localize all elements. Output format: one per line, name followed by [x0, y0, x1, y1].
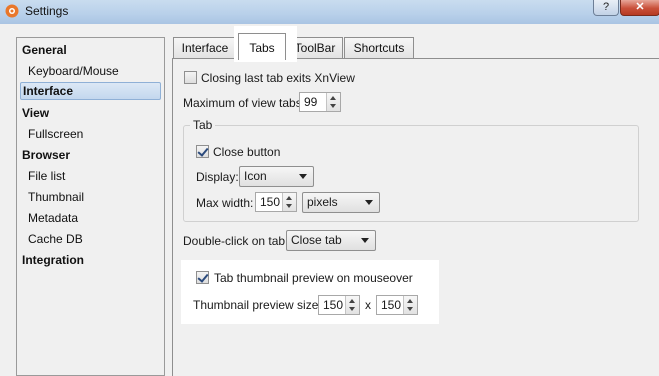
tree-item-general[interactable]: General [22, 41, 67, 59]
thumbnail-preview-checkbox[interactable] [196, 271, 209, 284]
spin-down-icon [349, 307, 355, 311]
chevron-down-icon [361, 238, 369, 243]
spin-down-icon [330, 104, 336, 108]
tab-interface[interactable]: Interface [173, 37, 237, 59]
max-width-label: Max width: [196, 196, 254, 210]
help-button[interactable]: ? [593, 0, 619, 16]
thumbnail-height-spinbox[interactable]: 150 [376, 295, 418, 315]
display-label: Display: [196, 170, 239, 184]
spin-up-icon [349, 299, 355, 303]
tree-item-fullscreen[interactable]: Fullscreen [28, 125, 83, 143]
spin-arrows[interactable] [326, 93, 340, 111]
max-view-tabs-spinbox[interactable]: 99 [299, 92, 341, 112]
tab-tabs-label: Tabs [249, 41, 275, 55]
spin-arrows[interactable] [403, 296, 417, 314]
tree-item-browser[interactable]: Browser [22, 146, 70, 164]
thumbnail-width-value: 150 [323, 298, 344, 312]
chevron-down-icon [299, 174, 307, 179]
spin-down-icon [407, 307, 413, 311]
closing-last-tab-label: Closing last tab exits XnView [201, 71, 355, 85]
spin-up-icon [286, 196, 292, 200]
display-value: Icon [244, 169, 267, 183]
thumbnail-width-spinbox[interactable]: 150 [318, 295, 360, 315]
double-click-value: Close tab [291, 233, 342, 247]
title-bar: Settings ? ✕ [0, 0, 659, 24]
spin-arrows[interactable] [282, 193, 296, 211]
spin-up-icon [330, 96, 336, 100]
thumbnail-height-value: 150 [381, 298, 402, 312]
close-button-checkbox[interactable] [196, 145, 209, 158]
chevron-down-icon [365, 200, 373, 205]
tree-item-cache-db[interactable]: Cache DB [28, 230, 83, 248]
tree-item-thumbnail[interactable]: Thumbnail [28, 188, 84, 206]
close-button-label: Close button [213, 145, 281, 159]
tree-item-metadata[interactable]: Metadata [28, 209, 78, 227]
thumbnail-size-label: Thumbnail preview size: [193, 298, 322, 312]
closing-last-tab-checkbox[interactable] [184, 71, 197, 84]
max-view-tabs-value: 99 [304, 95, 318, 109]
display-dropdown[interactable]: Icon [239, 166, 314, 187]
window-title: Settings [25, 4, 69, 18]
tree-item-file-list[interactable]: File list [28, 167, 65, 185]
max-width-unit-dropdown[interactable]: pixels [302, 192, 380, 213]
tree-item-integration[interactable]: Integration [22, 251, 84, 269]
settings-category-tree: General Keyboard/Mouse Interface View Fu… [16, 37, 165, 376]
size-separator: x [365, 298, 371, 312]
max-width-spinbox[interactable]: 150 [255, 192, 297, 212]
spin-arrows[interactable] [345, 296, 359, 314]
double-click-label: Double-click on tab: [183, 234, 289, 248]
xnview-app-icon [5, 4, 19, 18]
close-window-button[interactable]: ✕ [620, 0, 659, 16]
spin-down-icon [286, 204, 292, 208]
tree-item-keyboard-mouse[interactable]: Keyboard/Mouse [28, 62, 119, 80]
tab-group-title: Tab [190, 118, 216, 132]
tab-tabs[interactable]: Tabs [238, 33, 286, 60]
max-view-tabs-label: Maximum of view tabs: [183, 96, 306, 110]
tree-item-view[interactable]: View [22, 104, 49, 122]
double-click-dropdown[interactable]: Close tab [286, 230, 376, 251]
tree-item-interface[interactable]: Interface [20, 82, 161, 100]
spin-up-icon [407, 299, 413, 303]
tab-shortcuts[interactable]: Shortcuts [344, 37, 414, 59]
max-width-unit-value: pixels [307, 195, 338, 209]
max-width-value: 150 [260, 195, 281, 209]
thumbnail-preview-label: Tab thumbnail preview on mouseover [214, 271, 413, 285]
